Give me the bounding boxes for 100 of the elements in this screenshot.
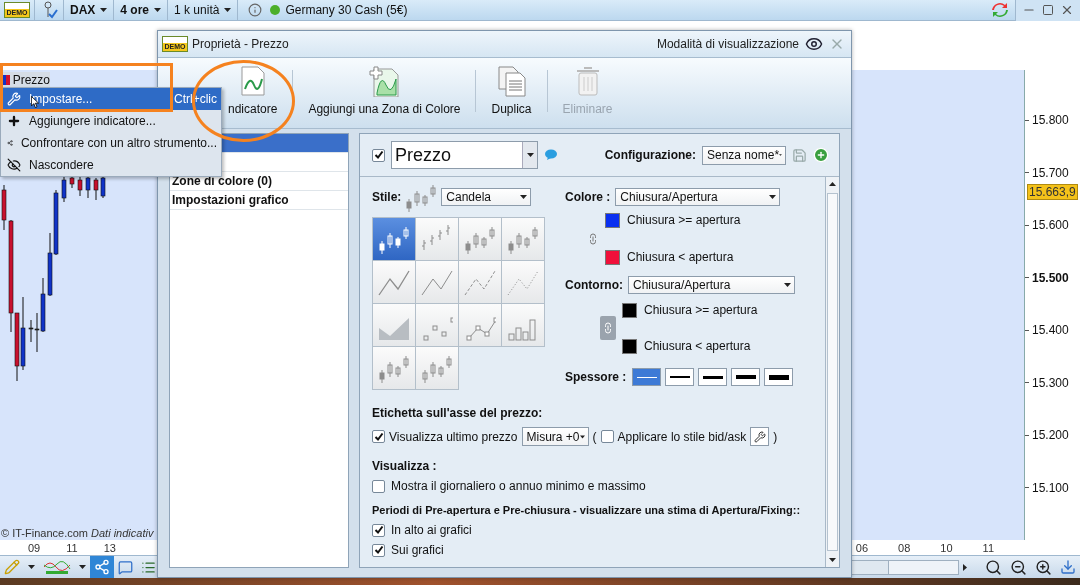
- checkbox[interactable]: [372, 523, 385, 537]
- share-icon: [94, 559, 110, 575]
- plus-icon: [7, 114, 21, 128]
- copy-icon: [496, 65, 527, 97]
- size-dropdown[interactable]: Misura +0: [521, 427, 589, 446]
- style-dropdown[interactable]: Candela: [441, 188, 532, 206]
- swatch-label: Chiusura >= apertura: [644, 303, 758, 317]
- color-swatch[interactable]: [622, 338, 637, 354]
- close-icon[interactable]: [1060, 3, 1074, 17]
- save-icon[interactable]: [792, 147, 807, 163]
- swatch-label: Chiusura >= apertura: [627, 213, 741, 227]
- comment-icon: [118, 559, 133, 575]
- time-label: 10: [940, 541, 953, 554]
- thickness-option[interactable]: [698, 368, 728, 386]
- candle: [69, 176, 75, 189]
- caret-icon: [579, 434, 585, 439]
- share-button[interactable]: [90, 556, 114, 578]
- checkbox-label: In alto ai grafici: [391, 523, 472, 537]
- section-heading: Etichetta sull'asse del prezzo:: [372, 406, 543, 420]
- speech-bubble-icon[interactable]: [544, 149, 558, 161]
- timeframe-dropdown[interactable]: 4 ore: [114, 0, 168, 21]
- candle: [77, 176, 83, 197]
- checkbox[interactable]: [372, 430, 385, 443]
- checkbox-label: Sui grafici: [391, 543, 444, 557]
- toolbar-button[interactable]: Aggiungi una Zona di Colore: [298, 65, 471, 116]
- info-icon[interactable]: [248, 3, 263, 17]
- outline-label: Contorno:: [565, 278, 623, 292]
- menu-item[interactable]: Confrontare con un altro strumento...: [1, 132, 221, 154]
- vertical-scrollbar[interactable]: [825, 177, 839, 567]
- price-label: 15.600: [1032, 218, 1069, 232]
- checkbox[interactable]: [372, 543, 385, 557]
- caret-icon: [526, 153, 534, 157]
- outline-mode-dropdown[interactable]: Chiusura/Apertura: [628, 276, 795, 294]
- menu-item[interactable]: Aggiungere indicatore...: [1, 110, 221, 132]
- swatch-label: Chiusura < apertura: [644, 339, 751, 353]
- thickness-option[interactable]: [731, 368, 761, 386]
- chart-style-option[interactable]: [459, 218, 502, 261]
- thickness-option[interactable]: [665, 368, 695, 386]
- color-swatch[interactable]: [605, 212, 620, 228]
- list-icon: [141, 559, 156, 575]
- link-icon: [600, 316, 616, 340]
- instrument-dropdown[interactable]: DAX: [64, 0, 114, 21]
- chart-style-option[interactable]: [502, 218, 545, 261]
- price-label: 15.200: [1032, 428, 1069, 442]
- caret-icon: [154, 8, 162, 12]
- configuration-label: Configurazione:: [604, 148, 696, 162]
- checkbox[interactable]: [600, 430, 614, 443]
- checkbox-label: Visualizza ultimo prezzo: [389, 429, 518, 444]
- thickness-option[interactable]: [764, 368, 794, 386]
- series-color-icon: [2, 74, 10, 85]
- time-label: 13: [103, 541, 116, 554]
- time-label: 11: [66, 541, 78, 554]
- caret-icon: [769, 195, 777, 199]
- arrow-right-icon: [963, 563, 967, 571]
- candle: [61, 176, 67, 203]
- chart-style-option[interactable]: [373, 218, 416, 261]
- price-label: 15.700: [1032, 165, 1069, 180]
- add-icon[interactable]: [813, 147, 829, 163]
- caret-icon: [28, 565, 35, 569]
- price-label: 15.100: [1032, 480, 1069, 495]
- units-dropdown[interactable]: 1 k unità: [168, 0, 238, 21]
- caret-icon: [784, 283, 791, 287]
- chart-credit: © IT-Finance.com Dati indicativ: [0, 527, 154, 540]
- current-price-tag: 15.663,9: [1027, 184, 1078, 200]
- refresh-icon[interactable]: [991, 2, 1009, 18]
- price-label: 15.500: [1032, 270, 1069, 285]
- wrench-icon: [7, 92, 21, 106]
- time-label: 06: [855, 541, 869, 554]
- color-swatch[interactable]: [605, 249, 620, 265]
- configuration-dropdown[interactable]: Senza nome*: [702, 145, 786, 165]
- candle: [85, 176, 91, 199]
- color-swatch[interactable]: [622, 302, 637, 318]
- thickness-label: Spessore :: [565, 370, 627, 384]
- caret-icon: [100, 8, 108, 12]
- caret-icon: [520, 195, 528, 199]
- zoom-out-icon: [1010, 558, 1027, 576]
- settings-button[interactable]: [750, 427, 770, 446]
- checkbox[interactable]: [372, 148, 385, 162]
- style-label: Stile:: [372, 190, 402, 204]
- color-mode-dropdown[interactable]: Chiusura/Apertura: [615, 188, 781, 206]
- download-icon: [1060, 559, 1076, 575]
- dialog-title: Proprietà - Prezzo: [192, 37, 289, 51]
- paren-text: (: [592, 429, 597, 444]
- section-heading: Visualizza :: [372, 459, 437, 473]
- indicator-chart-icon: [43, 559, 71, 575]
- checkbox[interactable]: [372, 479, 385, 493]
- chart-style-option[interactable]: [373, 347, 416, 390]
- time-label: 09: [28, 541, 41, 554]
- toolbar-button[interactable]: Duplica: [481, 65, 542, 116]
- market-name: Germany 30 Cash (5€): [285, 3, 408, 17]
- swatch-label: Chiusura < apertura: [627, 250, 734, 264]
- arrow-up-icon: [829, 182, 836, 186]
- name-combo[interactable]: Prezzo: [391, 141, 538, 169]
- maximize-icon[interactable]: [1042, 4, 1054, 16]
- chart-style-option[interactable]: [373, 261, 416, 304]
- checkbox-label: Mostra il giornaliero o annuo minimo e massimo: [391, 479, 646, 493]
- eye-icon[interactable]: [805, 35, 823, 53]
- toolbar-button[interactable]: ndicatore: [218, 65, 288, 116]
- checkbox-label: Applicare lo stile bid/ask: [617, 429, 747, 444]
- chart-style-option[interactable]: [416, 347, 459, 390]
